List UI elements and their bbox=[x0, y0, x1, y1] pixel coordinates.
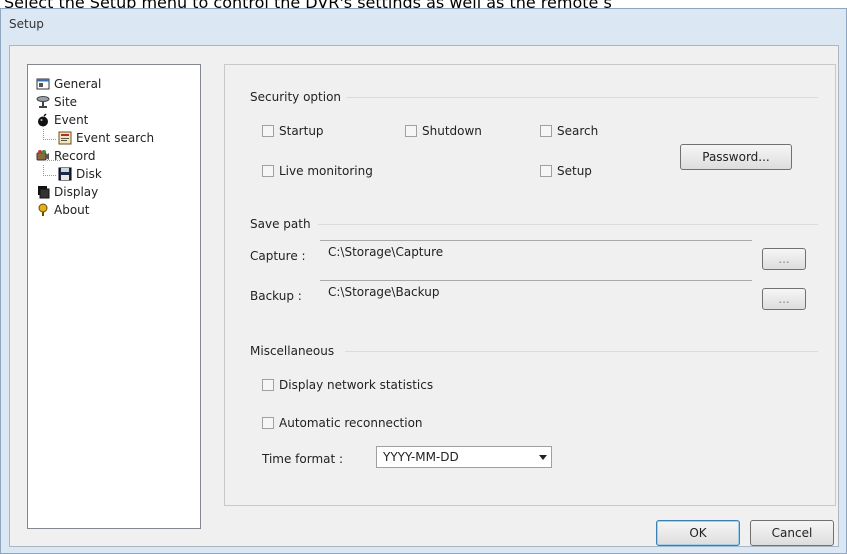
cancel-button[interactable]: Cancel bbox=[750, 520, 834, 546]
tree-item-general[interactable]: General bbox=[36, 75, 101, 93]
checkbox-label: Startup bbox=[279, 124, 324, 138]
record-icon bbox=[36, 149, 50, 163]
security-option-title: Security option bbox=[250, 90, 342, 104]
tree-item-label: Event bbox=[54, 113, 89, 127]
checkbox-label: Display network statistics bbox=[279, 378, 434, 392]
group-divider bbox=[318, 224, 818, 225]
tree-item-event-search[interactable]: Event search bbox=[58, 129, 154, 147]
window-title: Setup bbox=[9, 17, 44, 31]
tree-item-label: General bbox=[54, 77, 102, 91]
tree-item-label: About bbox=[54, 203, 90, 217]
capture-label: Capture : bbox=[250, 249, 306, 263]
checkbox-box bbox=[540, 125, 552, 137]
live-monitoring-checkbox[interactable]: Live monitoring bbox=[262, 164, 373, 178]
setup-checkbox[interactable]: Setup bbox=[540, 164, 592, 178]
shutdown-checkbox[interactable]: Shutdown bbox=[405, 124, 482, 138]
tree-item-label: Record bbox=[54, 149, 96, 163]
time-format-label: Time format : bbox=[262, 452, 344, 466]
checkbox-box bbox=[262, 417, 274, 429]
tree-item-about[interactable]: About bbox=[36, 201, 89, 219]
capture-browse-button[interactable]: ... bbox=[762, 248, 806, 270]
tree-item-label: Site bbox=[54, 95, 78, 109]
display-network-statistics-checkbox[interactable]: Display network statistics bbox=[262, 378, 433, 392]
event-search-icon bbox=[58, 131, 72, 145]
tree-connector bbox=[43, 129, 56, 140]
disk-icon bbox=[58, 167, 72, 181]
automatic-reconnection-checkbox[interactable]: Automatic reconnection bbox=[262, 416, 423, 430]
general-icon bbox=[36, 77, 50, 91]
about-icon bbox=[36, 203, 50, 217]
tree-item-label: Disk bbox=[76, 167, 102, 181]
display-icon bbox=[36, 185, 50, 199]
group-divider bbox=[345, 351, 818, 352]
tree-item-label: Display bbox=[54, 185, 99, 199]
backup-path-field[interactable]: C:\Storage\Backup bbox=[320, 280, 752, 302]
tree-item-record[interactable]: Record bbox=[36, 147, 95, 165]
checkbox-label: Setup bbox=[557, 164, 592, 178]
tree-item-site[interactable]: Site bbox=[36, 93, 77, 111]
site-icon bbox=[36, 95, 50, 109]
password-button[interactable]: Password... bbox=[680, 144, 792, 170]
title-bar[interactable]: Setup bbox=[1, 9, 846, 39]
tree-item-display[interactable]: Display bbox=[36, 183, 98, 201]
search-checkbox[interactable]: Search bbox=[540, 124, 598, 138]
checkbox-label: Automatic reconnection bbox=[279, 416, 423, 430]
tree-item-disk[interactable]: Disk bbox=[58, 165, 102, 183]
checkbox-label: Search bbox=[557, 124, 599, 138]
checkbox-label: Shutdown bbox=[422, 124, 482, 138]
time-format-value: YYYY-MM-DD bbox=[383, 450, 459, 464]
tree-item-event[interactable]: Event bbox=[36, 111, 88, 129]
tree-item-label: Event search bbox=[76, 131, 155, 145]
startup-checkbox[interactable]: Startup bbox=[262, 124, 324, 138]
checkbox-box bbox=[262, 125, 274, 137]
checkbox-box bbox=[262, 165, 274, 177]
checkbox-label: Live monitoring bbox=[279, 164, 373, 178]
checkbox-box bbox=[405, 125, 417, 137]
time-format-select[interactable]: YYYY-MM-DD bbox=[376, 446, 552, 468]
checkbox-box bbox=[540, 165, 552, 177]
event-icon bbox=[36, 113, 50, 127]
checkbox-box bbox=[262, 379, 274, 391]
ok-button[interactable]: OK bbox=[656, 520, 740, 546]
chevron-down-icon bbox=[535, 454, 551, 460]
miscellaneous-title: Miscellaneous bbox=[250, 344, 335, 358]
group-divider bbox=[346, 97, 818, 98]
backup-browse-button[interactable]: ... bbox=[762, 288, 806, 310]
settings-tree: General Site Event Event search Record D… bbox=[27, 64, 201, 529]
capture-path-field[interactable]: C:\Storage\Capture bbox=[320, 240, 752, 262]
tree-connector bbox=[43, 165, 56, 176]
save-path-title: Save path bbox=[250, 217, 311, 231]
backup-label: Backup : bbox=[250, 289, 302, 303]
